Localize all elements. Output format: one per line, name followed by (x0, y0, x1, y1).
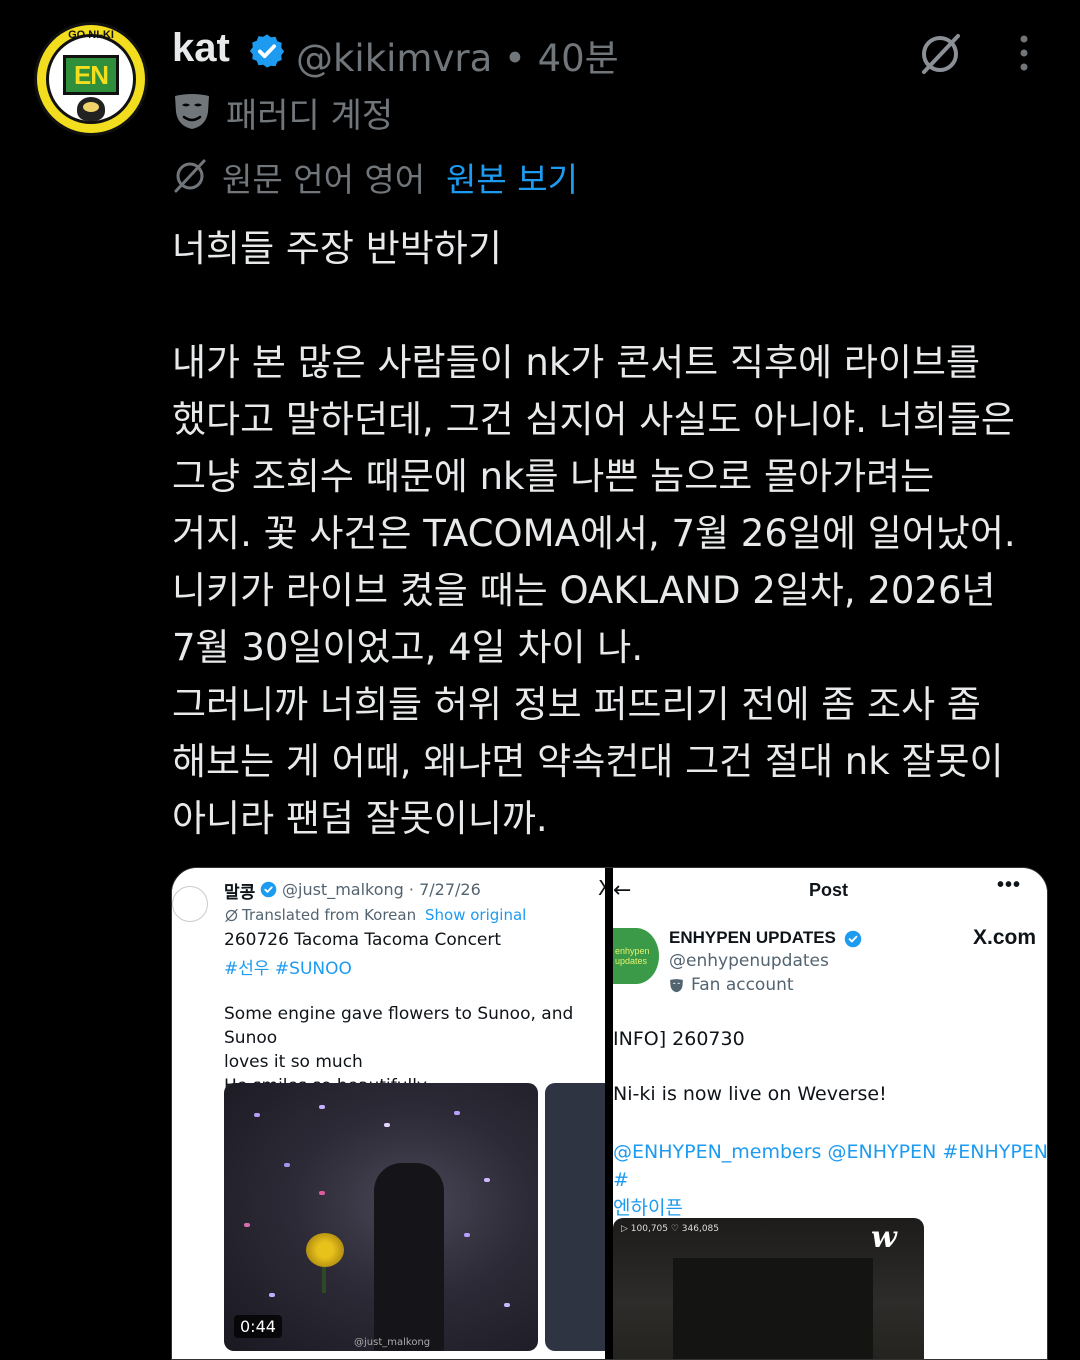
fan-mask-icon (670, 979, 683, 993)
light-dot (384, 1123, 390, 1127)
malkong-avatar (172, 886, 208, 922)
enhypen-updates-name: ENHYPEN UPDATES (669, 928, 836, 947)
parody-account-label: 패러디 계정 (226, 96, 394, 136)
more-options-icon[interactable] (1014, 34, 1034, 74)
enhypen-updates-handle: @enhypenupdates (669, 951, 829, 971)
info-line: INFO] 260730 (613, 1028, 745, 1050)
verified-badge-icon (249, 34, 285, 68)
video-duration: 0:44 (234, 1315, 282, 1338)
enhypen-updates-avatar: enhypen updates (613, 928, 659, 984)
light-dot (319, 1191, 325, 1195)
x-logo-icon: X (598, 876, 605, 900)
light-dot (464, 1233, 470, 1237)
avatar-arc-text: GO NI-KI (68, 29, 114, 41)
x-com-logo: X.com (973, 926, 1037, 949)
light-dot (244, 1223, 250, 1227)
post-header-title: Post (809, 880, 849, 900)
light-dot (254, 1113, 260, 1117)
avatar-logo-text: EN (63, 55, 119, 95)
weverse-live-thumbnail: ▷ 100,705 ♡ 346,085 w (613, 1218, 924, 1359)
author-handle-time[interactable]: @kikimvra • 40분 (296, 28, 619, 82)
malkong-hashtags: #선우 #SUNOO (224, 959, 352, 979)
curtain-shadow (673, 1258, 873, 1359)
profile-avatar[interactable]: GO NI-KI EN (34, 22, 148, 136)
second-video-thumbnail (545, 1083, 605, 1351)
light-dot (504, 1303, 510, 1307)
verified-badge-icon (260, 881, 277, 898)
show-original-link[interactable]: 원본 보기 (446, 153, 578, 201)
parody-mask-icon (175, 94, 209, 129)
attached-image[interactable]: 말콩 @just_malkong · 7/27/26 X Translated … (171, 867, 1048, 1360)
translated-label: Translated from Korean (242, 906, 417, 924)
avatar-text: enhypen updates (615, 946, 650, 966)
back-arrow-icon: ← (613, 878, 632, 903)
light-dot (484, 1178, 490, 1182)
post-text: 너희들 주장 반박하기 내가 본 많은 사람들이 nk가 콘서트 직후에 라이브… (172, 227, 1016, 840)
image-divider (605, 868, 613, 1359)
video-stats: ▷ 100,705 ♡ 346,085 (621, 1224, 720, 1234)
fan-account-label: Fan account (691, 975, 794, 995)
malkong-handle-date: @just_malkong · 7/27/26 (282, 880, 481, 899)
performer-silhouette (374, 1163, 444, 1351)
grok-icon[interactable] (916, 30, 964, 78)
right-screenshot: ← Post ••• enhypen updates ENHYPEN UPDAT… (613, 868, 1047, 1359)
live-line: Ni-ki is now live on Weverse! (613, 1083, 887, 1105)
light-dot (319, 1105, 325, 1109)
verified-badge-icon (844, 930, 862, 948)
enhypen-hashtags: @ENHYPEN_members @ENHYPEN #ENHYPEN # 엔하이… (613, 1141, 1047, 1219)
author-name[interactable]: kat (172, 26, 230, 71)
concert-video-thumbnail: 0:44 @just_malkong (224, 1083, 538, 1351)
malkong-name: 말콩 (224, 883, 256, 902)
avatar-character (77, 97, 105, 121)
light-dot (269, 1293, 275, 1297)
malkong-title: 260726 Tacoma Tacoma Concert (224, 930, 502, 950)
video-watermark: @just_malkong (354, 1337, 431, 1348)
weverse-logo: w (871, 1220, 897, 1255)
show-original-link: Show original (425, 906, 527, 924)
flower-bouquet (306, 1233, 344, 1267)
translate-icon (225, 908, 238, 923)
left-screenshot: 말콩 @just_malkong · 7/27/26 X Translated … (172, 868, 605, 1359)
flower-stem (322, 1263, 326, 1293)
light-dot (284, 1163, 290, 1167)
light-dot (454, 1111, 460, 1115)
translate-icon (174, 159, 206, 193)
original-language-label: 원문 언어 영어 (222, 160, 426, 199)
more-options-icon: ••• (997, 874, 1022, 896)
